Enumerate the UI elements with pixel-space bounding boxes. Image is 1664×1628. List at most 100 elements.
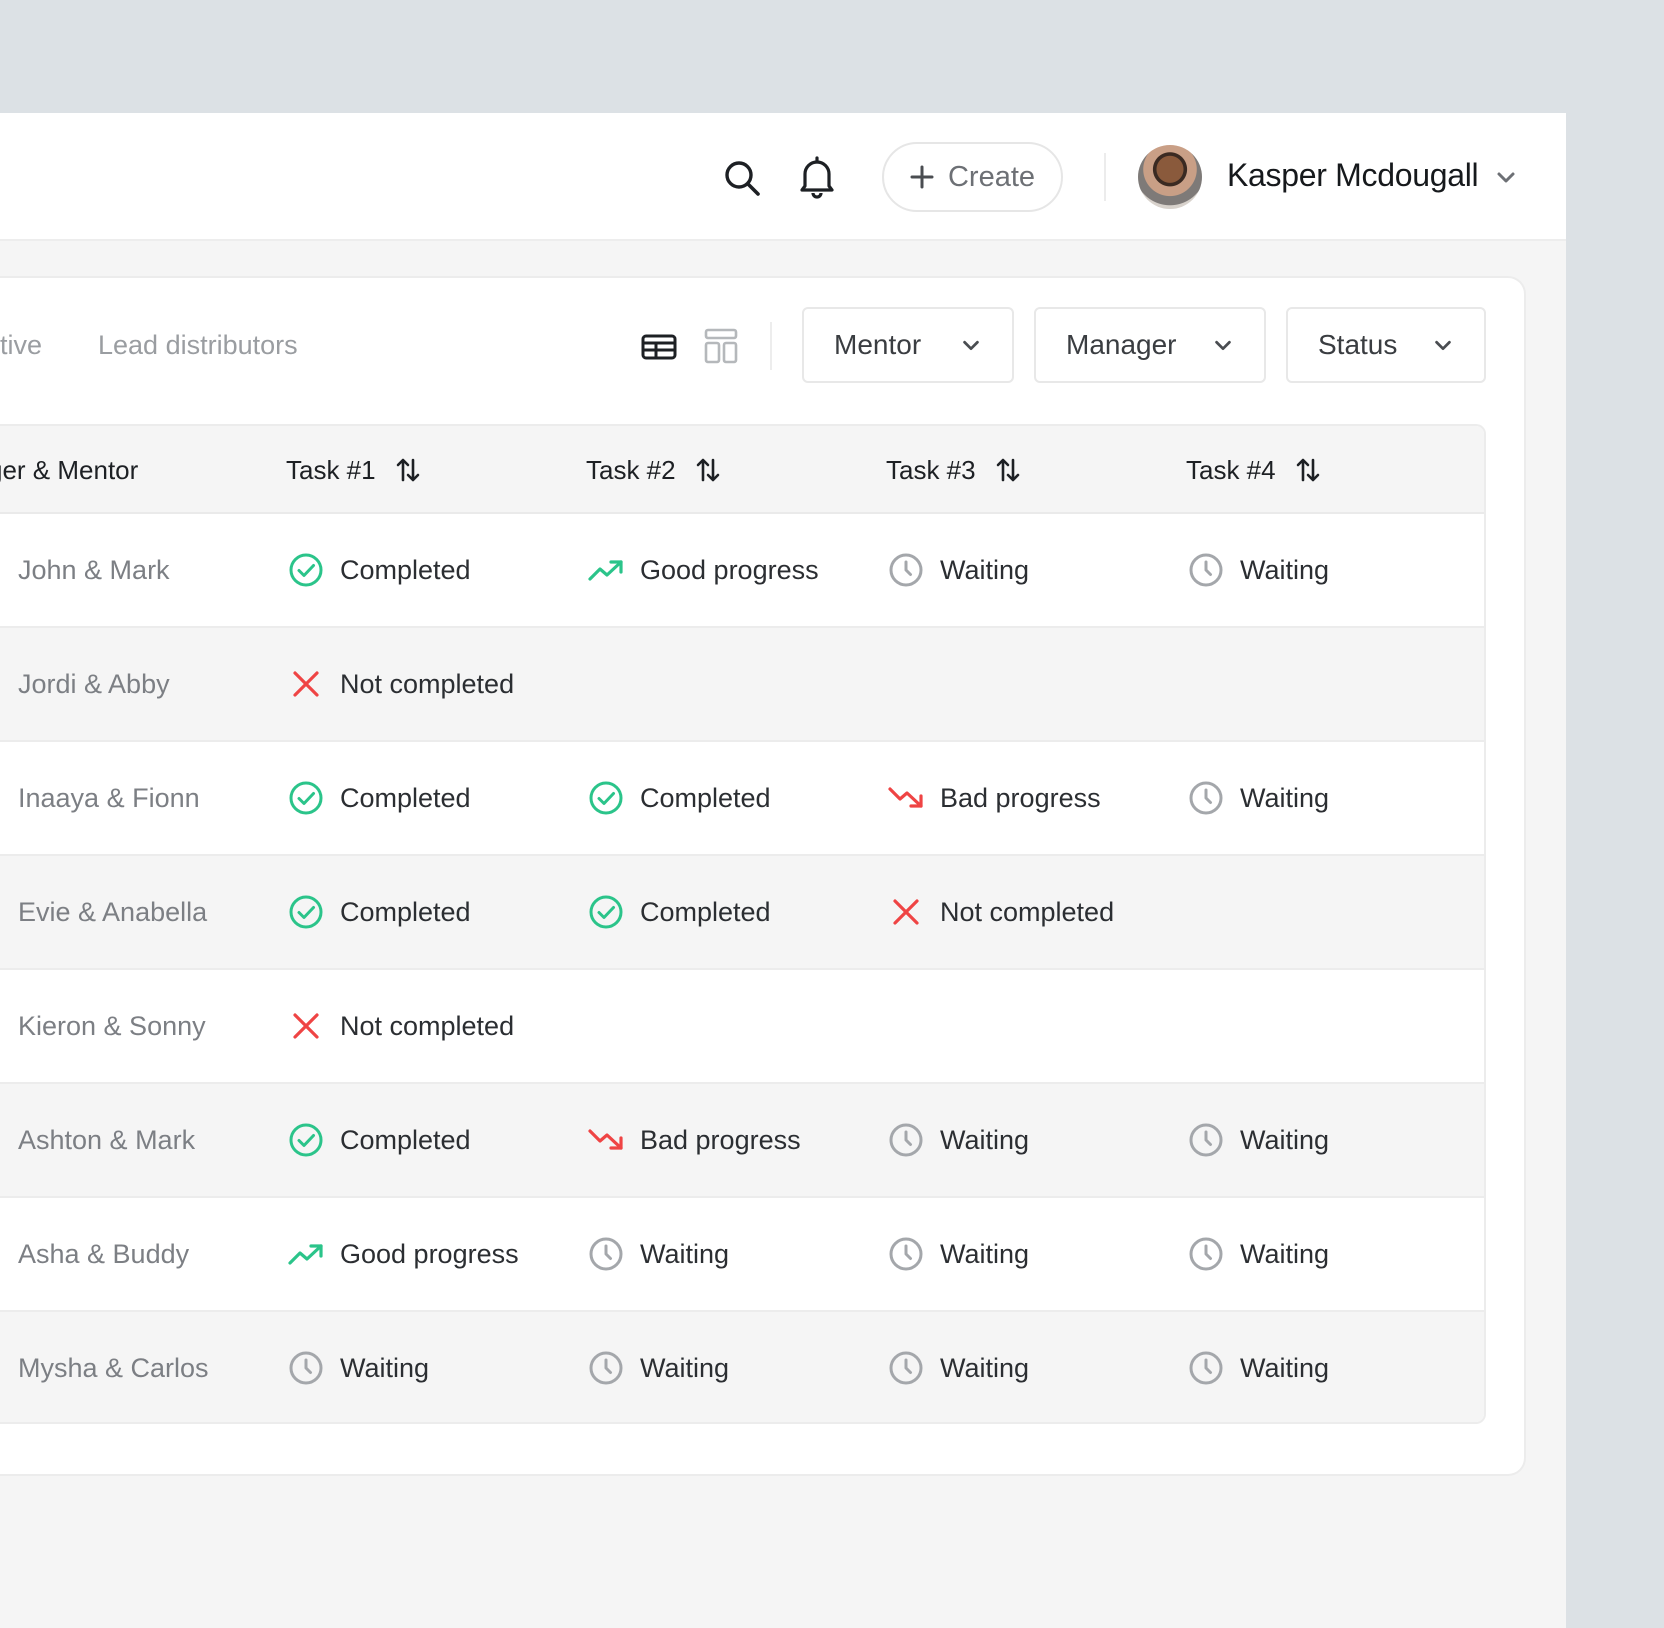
task-status-label: Completed bbox=[340, 896, 471, 927]
task-status-cell: Completed bbox=[288, 856, 471, 968]
task-status-label: Not completed bbox=[940, 896, 1115, 927]
clock-icon bbox=[588, 1350, 624, 1386]
table-row[interactable]: Asha & Buddy Good progress Waiting Waiting W… bbox=[0, 1198, 1484, 1312]
table-row[interactable]: John & Mark Completed Good progress Waiting… bbox=[0, 514, 1484, 628]
board-view-icon[interactable] bbox=[702, 326, 740, 366]
trend-down-icon bbox=[588, 1122, 624, 1158]
table-row[interactable]: Jordi & Abby Not completed bbox=[0, 628, 1484, 742]
user-name[interactable]: Kasper Mcdougall bbox=[1227, 157, 1479, 194]
task-status-label: Waiting bbox=[940, 1352, 1030, 1383]
manager-filter[interactable]: Manager bbox=[1034, 307, 1266, 383]
task-status-cell: Waiting bbox=[1188, 1198, 1329, 1310]
table-row[interactable]: Mysha & Carlos Waiting Waiting Waiting Waiti… bbox=[0, 1312, 1484, 1422]
task-status-label: Bad progress bbox=[940, 782, 1101, 813]
x-mark-icon bbox=[288, 666, 324, 702]
table-row[interactable]: Evie & Anabella Completed Completed Not com… bbox=[0, 856, 1484, 970]
task-status-label: Waiting bbox=[340, 1352, 430, 1383]
task-status-cell: Waiting bbox=[1188, 1084, 1329, 1196]
task-status-cell: Waiting bbox=[1188, 514, 1329, 626]
task-status-cell: Bad progress bbox=[588, 1084, 801, 1196]
task-status-cell: Completed bbox=[288, 742, 471, 854]
task-status-label: Waiting bbox=[940, 1238, 1030, 1269]
check-circle-icon bbox=[288, 780, 324, 816]
column-header-task-3[interactable]: Task #3 bbox=[886, 426, 1022, 514]
sort-icon[interactable] bbox=[994, 456, 1022, 484]
task-status-label: Waiting bbox=[640, 1352, 730, 1383]
x-mark-icon bbox=[288, 1008, 324, 1044]
table-row[interactable]: Inaaya & Fionn Completed Completed Bad prog… bbox=[0, 742, 1484, 856]
task-status-cell: Completed bbox=[588, 742, 771, 854]
task-status-cell: Good progress bbox=[588, 514, 819, 626]
tasks-table: ger & Mentor Task #1 Task #2 Task #3 Tas… bbox=[0, 424, 1486, 1424]
avatar[interactable] bbox=[1138, 145, 1202, 209]
app-window: Create Kasper Mcdougall tive Lead distri… bbox=[0, 113, 1566, 1628]
sort-icon[interactable] bbox=[694, 456, 722, 484]
column-header-label: Task #1 bbox=[286, 454, 376, 485]
task-status-label: Waiting bbox=[1240, 554, 1330, 585]
check-circle-icon bbox=[588, 894, 624, 930]
task-status-label: Waiting bbox=[940, 554, 1030, 585]
clock-icon bbox=[1188, 1122, 1224, 1158]
create-button[interactable]: Create bbox=[882, 142, 1063, 212]
check-circle-icon bbox=[288, 552, 324, 588]
tab-lead-distributors[interactable]: Lead distributors bbox=[98, 330, 298, 361]
sort-icon[interactable] bbox=[394, 456, 422, 484]
clock-icon bbox=[288, 1350, 324, 1386]
table-row[interactable]: Ashton & Mark Completed Bad progress Waitin… bbox=[0, 1084, 1484, 1198]
header-divider bbox=[1104, 153, 1106, 201]
task-status-label: Waiting bbox=[640, 1238, 730, 1269]
column-header-task-4[interactable]: Task #4 bbox=[1186, 426, 1322, 514]
table-row[interactable]: Kieron & Sonny Not completed bbox=[0, 970, 1484, 1084]
task-status-cell: Waiting bbox=[288, 1312, 430, 1422]
task-status-cell: Bad progress bbox=[888, 742, 1101, 854]
task-status-label: Waiting bbox=[1240, 1352, 1330, 1383]
task-status-label: Not completed bbox=[340, 1010, 515, 1041]
task-status-cell: Waiting bbox=[888, 514, 1029, 626]
notifications-button[interactable] bbox=[793, 153, 841, 201]
column-header-label: Task #4 bbox=[1186, 454, 1276, 485]
task-status-cell: Completed bbox=[288, 1084, 471, 1196]
trend-up-icon bbox=[288, 1236, 324, 1272]
task-status-label: Waiting bbox=[1240, 782, 1330, 813]
task-status-cell: Not completed bbox=[288, 970, 514, 1082]
status-filter-label: Status bbox=[1318, 329, 1398, 360]
task-status-label: Waiting bbox=[940, 1124, 1030, 1155]
mentor-filter[interactable]: Mentor bbox=[802, 307, 1014, 383]
chevron-down-icon[interactable] bbox=[1494, 165, 1518, 189]
column-header-label: Task #2 bbox=[586, 454, 676, 485]
task-status-label: Completed bbox=[340, 782, 471, 813]
x-mark-icon bbox=[888, 894, 924, 930]
plus-icon bbox=[910, 165, 934, 189]
task-status-label: Not completed bbox=[340, 668, 515, 699]
task-status-cell: Waiting bbox=[1188, 1312, 1330, 1422]
column-header-task-2[interactable]: Task #2 bbox=[586, 426, 722, 514]
clock-icon bbox=[1188, 1236, 1224, 1272]
search-button[interactable] bbox=[718, 154, 766, 202]
task-status-cell: Waiting bbox=[888, 1198, 1029, 1310]
task-status-cell: Not completed bbox=[288, 628, 514, 740]
task-status-label: Completed bbox=[640, 896, 771, 927]
table-view-icon[interactable] bbox=[640, 328, 678, 366]
task-status-label: Waiting bbox=[1240, 1124, 1330, 1155]
sort-icon[interactable] bbox=[1294, 456, 1322, 484]
content-card: tive Lead distributors Mentor Manager St… bbox=[0, 276, 1526, 1476]
clock-icon bbox=[588, 1236, 624, 1272]
chevron-down-icon bbox=[963, 340, 979, 351]
tab-active[interactable]: tive bbox=[0, 330, 42, 361]
pair-name: Ashton & Mark bbox=[18, 1124, 196, 1155]
task-status-cell: Completed bbox=[288, 514, 471, 626]
bell-icon bbox=[800, 156, 834, 199]
column-header-task-1[interactable]: Task #1 bbox=[286, 426, 422, 514]
task-status-label: Bad progress bbox=[640, 1124, 801, 1155]
pair-name: Asha & Buddy bbox=[18, 1238, 190, 1269]
check-circle-icon bbox=[588, 780, 624, 816]
check-circle-icon bbox=[288, 1122, 324, 1158]
task-status-cell: Waiting bbox=[588, 1198, 729, 1310]
status-filter[interactable]: Status bbox=[1286, 307, 1486, 383]
clock-icon bbox=[1188, 552, 1224, 588]
task-status-cell: Waiting bbox=[888, 1084, 1029, 1196]
task-status-label: Good progress bbox=[340, 1238, 519, 1269]
clock-icon bbox=[888, 1122, 924, 1158]
column-header-manager-mentor[interactable]: ger & Mentor bbox=[0, 426, 138, 514]
mentor-filter-label: Mentor bbox=[834, 329, 922, 360]
